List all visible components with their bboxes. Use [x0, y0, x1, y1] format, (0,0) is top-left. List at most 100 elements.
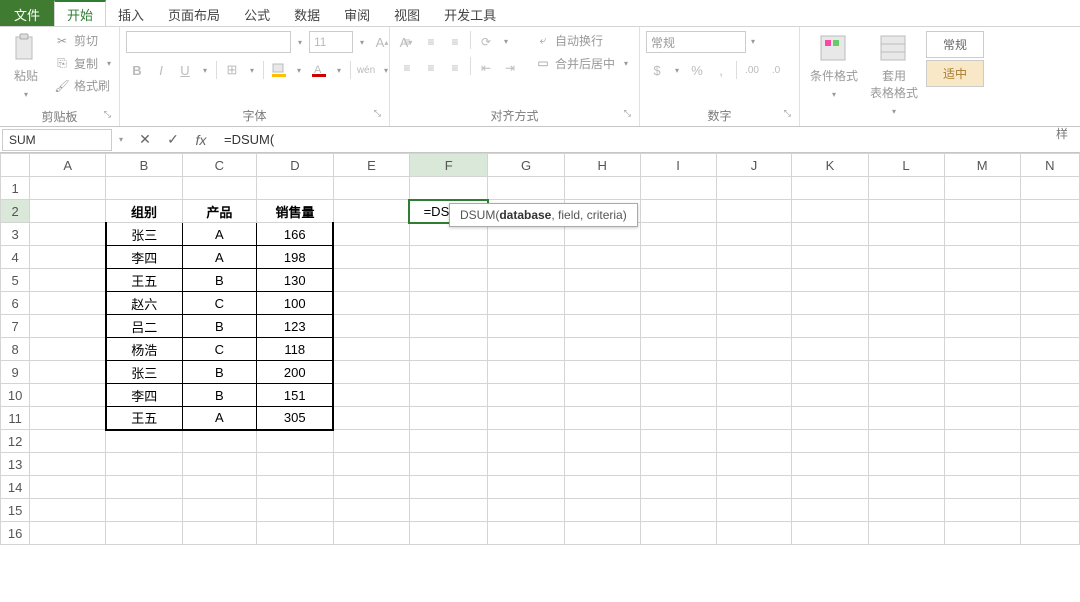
percent-button[interactable]: %	[686, 59, 708, 81]
row-header-5[interactable]: 5	[1, 269, 30, 292]
cell-F11[interactable]	[409, 407, 487, 430]
cell-J4[interactable]	[716, 246, 792, 269]
cancel-formula-button[interactable]: ✕	[132, 129, 158, 151]
cell-B4[interactable]: 李四	[106, 246, 182, 269]
cell-A10[interactable]	[30, 384, 106, 407]
cell-G10[interactable]	[488, 384, 564, 407]
row-header-9[interactable]: 9	[1, 361, 30, 384]
cell-D1[interactable]	[257, 177, 334, 200]
cell-K3[interactable]	[792, 223, 868, 246]
number-format-dropdown-icon[interactable]: ▾	[746, 31, 760, 51]
cell-A4[interactable]	[30, 246, 106, 269]
cell-E15[interactable]	[333, 499, 409, 522]
name-box[interactable]	[2, 129, 112, 151]
cell-L1[interactable]	[868, 177, 944, 200]
cell-M14[interactable]	[944, 476, 1020, 499]
cell-G12[interactable]	[488, 430, 564, 453]
cell-D10[interactable]: 151	[257, 384, 334, 407]
cell-G15[interactable]	[488, 499, 564, 522]
cell-J2[interactable]	[716, 200, 792, 223]
cell-L7[interactable]	[868, 315, 944, 338]
cell-F12[interactable]	[409, 430, 487, 453]
cell-M15[interactable]	[944, 499, 1020, 522]
cell-M9[interactable]	[944, 361, 1020, 384]
cell-E6[interactable]	[333, 292, 409, 315]
cell-J11[interactable]	[716, 407, 792, 430]
cell-F1[interactable]	[409, 177, 487, 200]
cell-I11[interactable]	[640, 407, 716, 430]
cell-J14[interactable]	[716, 476, 792, 499]
cell-B13[interactable]	[106, 453, 182, 476]
cell-A2[interactable]	[30, 200, 106, 223]
cell-K7[interactable]	[792, 315, 868, 338]
phonetic-button[interactable]: wén	[355, 59, 377, 81]
cell-H8[interactable]	[564, 338, 640, 361]
cell-B8[interactable]: 杨浩	[106, 338, 182, 361]
row-header-1[interactable]: 1	[1, 177, 30, 200]
cell-H9[interactable]	[564, 361, 640, 384]
select-all-corner[interactable]	[1, 154, 30, 177]
cell-N6[interactable]	[1020, 292, 1079, 315]
cell-C8[interactable]: C	[182, 338, 256, 361]
cell-C4[interactable]: A	[182, 246, 256, 269]
align-middle-button[interactable]: ≡	[420, 31, 442, 53]
cell-E16[interactable]	[333, 522, 409, 545]
table-format-button[interactable]: 套用 表格格式 ▾	[866, 31, 922, 123]
cell-L12[interactable]	[868, 430, 944, 453]
cell-D13[interactable]	[257, 453, 334, 476]
menu-data[interactable]: 数据	[282, 0, 332, 26]
cell-A3[interactable]	[30, 223, 106, 246]
merge-dropdown-icon[interactable]: ▾	[619, 53, 633, 73]
cell-N10[interactable]	[1020, 384, 1079, 407]
col-header-M[interactable]: M	[944, 154, 1020, 177]
decrease-decimal-button[interactable]: .0	[765, 59, 787, 81]
cell-J15[interactable]	[716, 499, 792, 522]
table-format-dropdown-icon[interactable]: ▾	[887, 101, 901, 121]
cell-B5[interactable]: 王五	[106, 269, 182, 292]
cell-I9[interactable]	[640, 361, 716, 384]
cell-D4[interactable]: 198	[257, 246, 334, 269]
cell-J12[interactable]	[716, 430, 792, 453]
cell-J10[interactable]	[716, 384, 792, 407]
cell-I15[interactable]	[640, 499, 716, 522]
cell-N12[interactable]	[1020, 430, 1079, 453]
cell-B7[interactable]: 吕二	[106, 315, 182, 338]
cell-M2[interactable]	[944, 200, 1020, 223]
cell-C2[interactable]: 产品	[182, 200, 256, 223]
cell-H10[interactable]	[564, 384, 640, 407]
underline-button[interactable]: U	[174, 59, 196, 81]
cell-N7[interactable]	[1020, 315, 1079, 338]
cut-button[interactable]: ✂ 剪切	[50, 31, 120, 50]
row-header-4[interactable]: 4	[1, 246, 30, 269]
cell-K5[interactable]	[792, 269, 868, 292]
cell-J5[interactable]	[716, 269, 792, 292]
cell-M6[interactable]	[944, 292, 1020, 315]
align-center-button[interactable]: ≡	[420, 57, 442, 79]
border-button[interactable]: ⊞	[221, 59, 243, 81]
cell-N1[interactable]	[1020, 177, 1079, 200]
row-header-11[interactable]: 11	[1, 407, 30, 430]
decrease-indent-button[interactable]: ⇤	[475, 57, 497, 79]
cell-D3[interactable]: 166	[257, 223, 334, 246]
cell-L15[interactable]	[868, 499, 944, 522]
cell-H7[interactable]	[564, 315, 640, 338]
cell-L6[interactable]	[868, 292, 944, 315]
cell-M12[interactable]	[944, 430, 1020, 453]
cell-M7[interactable]	[944, 315, 1020, 338]
cell-L16[interactable]	[868, 522, 944, 545]
row-header-12[interactable]: 12	[1, 430, 30, 453]
cell-E5[interactable]	[333, 269, 409, 292]
cell-A7[interactable]	[30, 315, 106, 338]
col-header-D[interactable]: D	[257, 154, 334, 177]
menu-formula[interactable]: 公式	[232, 0, 282, 26]
paste-dropdown-icon[interactable]: ▾	[19, 84, 33, 104]
cell-J6[interactable]	[716, 292, 792, 315]
wrap-text-button[interactable]: ⤶ 自动换行	[531, 31, 637, 50]
cell-E7[interactable]	[333, 315, 409, 338]
cell-J16[interactable]	[716, 522, 792, 545]
cell-A16[interactable]	[30, 522, 106, 545]
cell-N5[interactable]	[1020, 269, 1079, 292]
cell-N3[interactable]	[1020, 223, 1079, 246]
cell-F6[interactable]	[409, 292, 487, 315]
cell-H14[interactable]	[564, 476, 640, 499]
